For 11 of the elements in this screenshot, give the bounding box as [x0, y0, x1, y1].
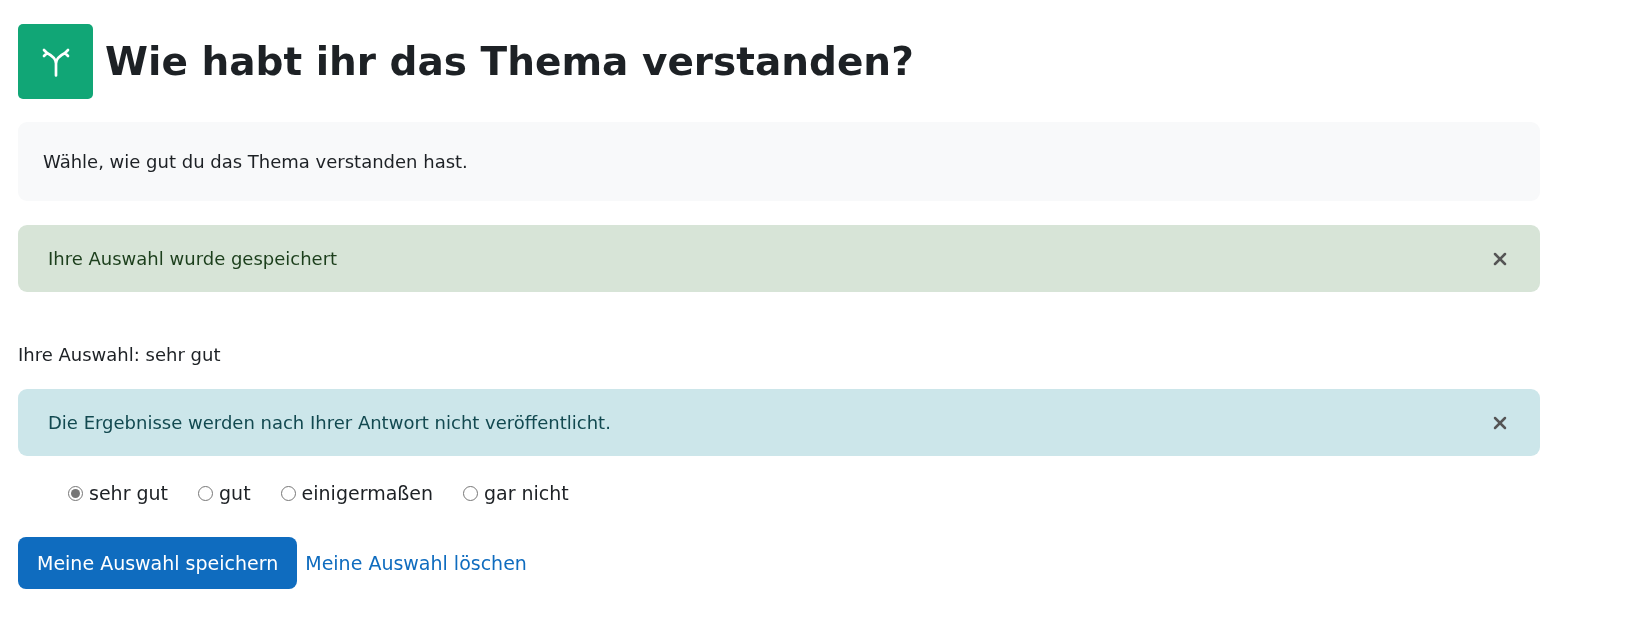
radio-label[interactable]: gar nicht	[484, 482, 569, 504]
current-choice-text: Ihre Auswahl: sehr gut	[18, 344, 222, 365]
description-text: Wähle, wie gut du das Thema verstanden hast.	[18, 122, 1540, 201]
radio-label[interactable]: sehr gut	[89, 482, 169, 504]
radio-label[interactable]: gut	[219, 482, 251, 504]
save-button[interactable]: Meine Auswahl speichern	[18, 537, 298, 589]
alert-message: Ihre Auswahl wurde gespeichert	[48, 248, 338, 269]
alert-message: Die Ergebnisse werden nach Ihrer Antwort nicht veröffentlicht.	[48, 412, 611, 433]
page-title: Wie habt ihr das Thema verstanden?	[105, 39, 914, 84]
clear-link[interactable]: Meine Auswahl löschen	[305, 552, 527, 574]
radio-label[interactable]: einigermaßen	[301, 482, 433, 504]
